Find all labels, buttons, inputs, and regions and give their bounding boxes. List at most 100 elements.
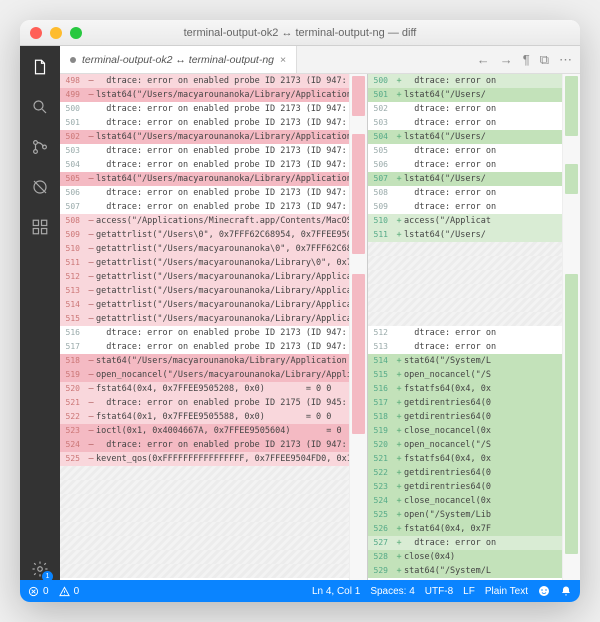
tab-diff[interactable]: terminal-output-ok2 ↔ terminal-output-ng…	[60, 46, 297, 73]
diff-line[interactable]	[60, 522, 367, 536]
diff-line[interactable]: 529+stat64("/System/L	[368, 564, 580, 578]
diff-line[interactable]: 503 dtrace: error on enabled probe ID 21…	[60, 144, 367, 158]
diff-line[interactable]: 518–stat64("/Users/macyarounanoka/Librar…	[60, 354, 367, 368]
diff-line[interactable]	[60, 494, 367, 508]
notifications-icon[interactable]	[560, 585, 572, 597]
diff-line[interactable]	[60, 508, 367, 522]
close-tab-button[interactable]: ×	[280, 54, 286, 66]
diff-line[interactable]: 510+access("/Applicat	[368, 214, 580, 228]
diff-line[interactable]: 513 dtrace: error on	[368, 340, 580, 354]
diff-line[interactable]: 503 dtrace: error on	[368, 116, 580, 130]
diff-line[interactable]	[368, 270, 580, 284]
diff-line[interactable]	[60, 466, 367, 480]
diff-line[interactable]: 520–fstat64(0x4, 0x7FFEE9505208, 0x0) = …	[60, 382, 367, 396]
diff-line[interactable]: 518+getdirentries64(0	[368, 410, 580, 424]
diff-line[interactable]: 508 dtrace: error on	[368, 186, 580, 200]
diff-line[interactable]: 502–lstat64("/Users/macyarounanoka/Libra…	[60, 130, 367, 144]
diff-line[interactable]: 516+fstatfs64(0x4, 0x	[368, 382, 580, 396]
diff-line[interactable]: 505–lstat64("/Users/macyarounanoka/Libra…	[60, 172, 367, 186]
diff-line[interactable]: 521+fstatfs64(0x4, 0x	[368, 452, 580, 466]
diff-line[interactable]: 523–ioctl(0x1, 0x4004667A, 0x7FFEE950560…	[60, 424, 367, 438]
diff-line[interactable]: 509–getattrlist("/Users\0", 0x7FFF62C689…	[60, 228, 367, 242]
status-eol[interactable]: LF	[463, 586, 475, 597]
diff-line[interactable]: 500+ dtrace: error on	[368, 74, 580, 88]
diff-line[interactable]: 501 dtrace: error on enabled probe ID 21…	[60, 116, 367, 130]
more-actions-icon[interactable]: ⋯	[559, 52, 572, 68]
diff-line[interactable]: 508–access("/Applications/Minecraft.app/…	[60, 214, 367, 228]
diff-line[interactable]	[60, 480, 367, 494]
minimap-left[interactable]	[349, 74, 367, 580]
diff-line[interactable]: 512 dtrace: error on	[368, 326, 580, 340]
diff-line[interactable]: 516 dtrace: error on enabled probe ID 21…	[60, 326, 367, 340]
diff-line[interactable]: 522+getdirentries64(0	[368, 466, 580, 480]
zoom-window-button[interactable]	[70, 27, 82, 39]
diff-line[interactable]: 524– dtrace: error on enabled probe ID 2…	[60, 438, 367, 452]
diff-line[interactable]: 515–getattrlist("/Users/macyarounanoka/L…	[60, 312, 367, 326]
diff-line[interactable]: 510–getattrlist("/Users/macyarounanoka\0…	[60, 242, 367, 256]
diff-line[interactable]: 514+stat64("/System/L	[368, 354, 580, 368]
diff-line[interactable]: 523+getdirentries64(0	[368, 480, 580, 494]
diff-line[interactable]: 507 dtrace: error on enabled probe ID 21…	[60, 200, 367, 214]
status-errors[interactable]: 0	[28, 586, 49, 597]
diff-line[interactable]	[368, 298, 580, 312]
diff-line[interactable]: 501+lstat64("/Users/	[368, 88, 580, 102]
whitespace-icon[interactable]: ¶	[523, 52, 530, 67]
minimap-right[interactable]	[562, 74, 580, 580]
diff-line[interactable]: 519–open_nocancel("/Users/macyarounanoka…	[60, 368, 367, 382]
close-window-button[interactable]	[30, 27, 42, 39]
settings-gear-icon[interactable]: 1	[29, 558, 51, 580]
diff-line[interactable]: 519+close_nocancel(0x	[368, 424, 580, 438]
split-editor-icon[interactable]: ⧉	[540, 52, 549, 68]
diff-line[interactable]: 498– dtrace: error on enabled probe ID 2…	[60, 74, 367, 88]
debug-icon[interactable]	[29, 176, 51, 198]
diff-line[interactable]: 512–getattrlist("/Users/macyarounanoka/L…	[60, 270, 367, 284]
diff-line[interactable]: 520+open_nocancel("/S	[368, 438, 580, 452]
diff-line[interactable]: 504+lstat64("/Users/	[368, 130, 580, 144]
nav-forward-icon[interactable]: →	[500, 52, 513, 67]
diff-line[interactable]: 511+lstat64("/Users/	[368, 228, 580, 242]
diff-line[interactable]: 505 dtrace: error on	[368, 144, 580, 158]
diff-line[interactable]: 499–lstat64("/Users/macyarounanoka/Libra…	[60, 88, 367, 102]
minimize-window-button[interactable]	[50, 27, 62, 39]
diff-line[interactable]: 524+close_nocancel(0x	[368, 494, 580, 508]
diff-line[interactable]: 525+open("/System/Lib	[368, 508, 580, 522]
diff-line[interactable]: 514–getattrlist("/Users/macyarounanoka/L…	[60, 298, 367, 312]
diff-line[interactable]: 528+close(0x4)	[368, 550, 580, 564]
diff-line[interactable]	[368, 242, 580, 256]
diff-line[interactable]: 507+lstat64("/Users/	[368, 172, 580, 186]
diff-line[interactable]: 522–fstat64(0x1, 0x7FFEE9505588, 0x0) = …	[60, 410, 367, 424]
diff-pane-original[interactable]: 498– dtrace: error on enabled probe ID 2…	[60, 74, 368, 580]
status-cursor[interactable]: Ln 4, Col 1	[312, 586, 360, 597]
diff-line[interactable]	[368, 312, 580, 326]
diff-line[interactable]: 515+open_nocancel("/S	[368, 368, 580, 382]
diff-line[interactable]	[368, 256, 580, 270]
diff-line[interactable]: 521– dtrace: error on enabled probe ID 2…	[60, 396, 367, 410]
diff-line[interactable]: 511–getattrlist("/Users/macyarounanoka/L…	[60, 256, 367, 270]
diff-line[interactable]	[60, 536, 367, 550]
source-control-icon[interactable]	[29, 136, 51, 158]
extensions-icon[interactable]	[29, 216, 51, 238]
feedback-icon[interactable]	[538, 585, 550, 597]
diff-line[interactable]	[368, 284, 580, 298]
status-language[interactable]: Plain Text	[485, 586, 528, 597]
search-icon[interactable]	[29, 96, 51, 118]
nav-back-icon[interactable]: ←	[477, 52, 490, 67]
status-spaces[interactable]: Spaces: 4	[370, 586, 414, 597]
diff-line[interactable]	[60, 550, 367, 564]
diff-line[interactable]: 517+getdirentries64(0	[368, 396, 580, 410]
diff-line[interactable]: 506 dtrace: error on	[368, 158, 580, 172]
diff-line[interactable]: 500 dtrace: error on enabled probe ID 21…	[60, 102, 367, 116]
diff-line[interactable]: 504 dtrace: error on enabled probe ID 21…	[60, 158, 367, 172]
diff-editor[interactable]: 498– dtrace: error on enabled probe ID 2…	[60, 74, 580, 580]
diff-line[interactable]: 527+ dtrace: error on	[368, 536, 580, 550]
explorer-icon[interactable]	[29, 56, 51, 78]
diff-line[interactable]: 502 dtrace: error on	[368, 102, 580, 116]
diff-line[interactable]: 517 dtrace: error on enabled probe ID 21…	[60, 340, 367, 354]
status-encoding[interactable]: UTF-8	[425, 586, 453, 597]
diff-line[interactable]	[60, 564, 367, 578]
diff-line[interactable]: 525–kevent_qos(0xFFFFFFFFFFFFFFFF, 0x7FF…	[60, 452, 367, 466]
diff-line[interactable]: 509 dtrace: error on	[368, 200, 580, 214]
status-warnings[interactable]: 0	[59, 586, 80, 597]
diff-pane-modified[interactable]: 500+ dtrace: error on501+lstat64("/Users…	[368, 74, 580, 580]
diff-line[interactable]: 506 dtrace: error on enabled probe ID 21…	[60, 186, 367, 200]
